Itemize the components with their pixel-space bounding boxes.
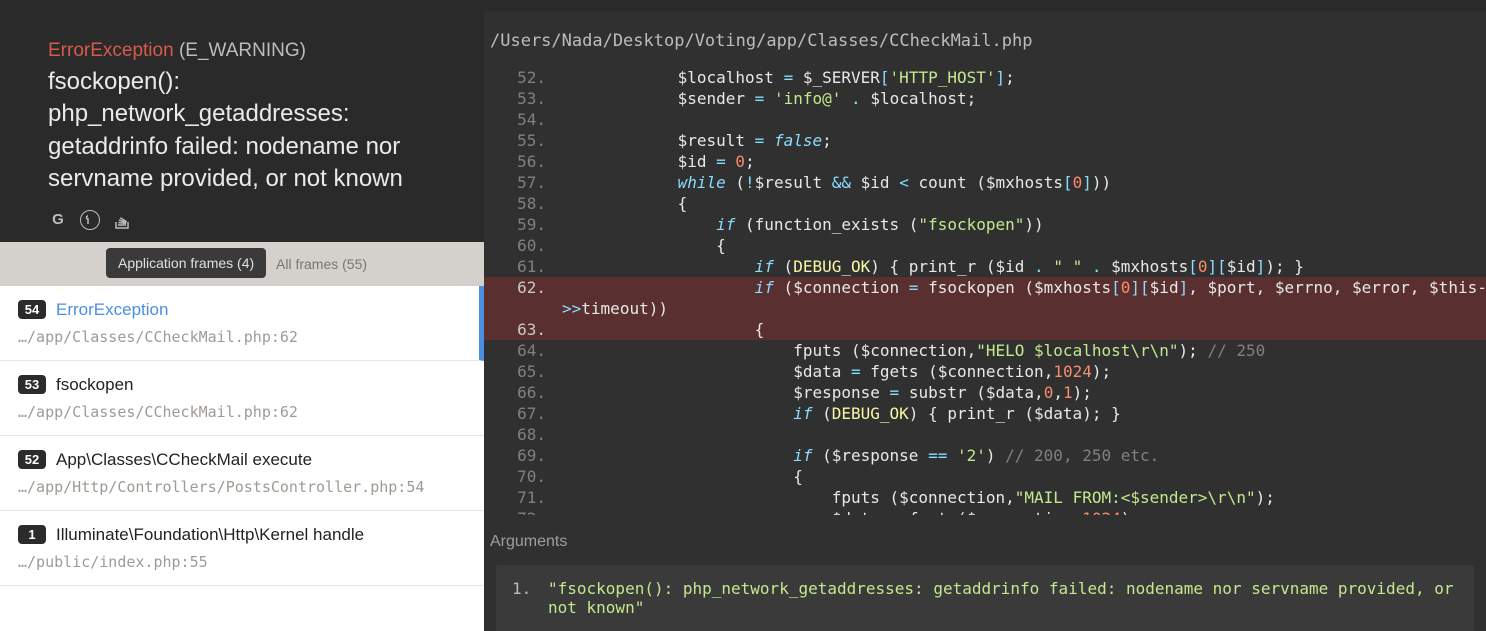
code-line: 52. $localhost = $_SERVER['HTTP_HOST']; <box>484 67 1486 88</box>
right-panel: /Users/Nada/Desktop/Voting/app/Classes/C… <box>484 0 1486 631</box>
code-line: 59. if (function_exists ("fsockopen")) <box>484 214 1486 235</box>
code-line-wrap: >>timeout)) <box>484 298 1486 319</box>
whoops-error-page: ErrorException (E_WARNING) fsockopen(): … <box>0 0 1486 631</box>
tab-all-frames[interactable]: All frames (55) <box>276 256 367 272</box>
code-line: 65. $data = fgets ($connection,1024); <box>484 361 1486 382</box>
frame-path: …/app/Http/Controllers/PostsController.p… <box>18 478 466 496</box>
stack-frame[interactable]: 52 App\Classes\CCheckMail execute …/app/Ht… <box>0 436 484 511</box>
stack-frame[interactable]: 1 Illuminate\Foundation\Http\Kernel handl… <box>0 511 484 586</box>
code-line: 62. if ($connection = fsockopen ($mxhost… <box>484 277 1486 298</box>
code-line: 61. if (DEBUG_OK) { print_r ($id . " " .… <box>484 256 1486 277</box>
duckduckgo-icon[interactable] <box>80 210 100 230</box>
code-line: 56. $id = 0; <box>484 151 1486 172</box>
code-line: 57. while (!$result && $id < count ($mxh… <box>484 172 1486 193</box>
code-line: 60. { <box>484 235 1486 256</box>
argument-value: "fsockopen(): php_network_getaddresses: … <box>548 579 1458 617</box>
code-line: 72. $data = fgets($connection,1024); <box>484 508 1486 515</box>
argument-item: 1."fsockopen(): php_network_getaddresses… <box>496 565 1474 631</box>
code-line: 71. fputs ($connection,"MAIL FROM:<$send… <box>484 487 1486 508</box>
code-line: 67. if (DEBUG_OK) { print_r ($data); } <box>484 403 1486 424</box>
error-type-line: ErrorException (E_WARNING) <box>48 40 436 62</box>
code-line: 69. if ($response == '2') // 200, 250 et… <box>484 445 1486 466</box>
code-line: 55. $result = false; <box>484 130 1486 151</box>
left-panel: ErrorException (E_WARNING) fsockopen(): … <box>0 0 484 631</box>
code-line: 54. <box>484 109 1486 130</box>
arguments-label: Arguments <box>484 515 1486 559</box>
source-file-path: /Users/Nada/Desktop/Voting/app/Classes/C… <box>484 11 1486 67</box>
frame-number: 54 <box>18 300 46 319</box>
frame-number: 1 <box>18 525 46 544</box>
code-line: 63. { <box>484 319 1486 340</box>
error-header: ErrorException (E_WARNING) fsockopen(): … <box>0 12 484 242</box>
frames-tabs: Application frames (4) All frames (55) <box>0 242 484 286</box>
google-icon[interactable]: G <box>48 210 68 230</box>
tab-application-frames[interactable]: Application frames (4) <box>106 248 266 278</box>
frame-title: App\Classes\CCheckMail execute <box>56 450 312 470</box>
exception-type: ErrorException <box>48 40 174 61</box>
code-line: 68. <box>484 424 1486 445</box>
frame-title: Illuminate\Foundation\Http\Kernel handle <box>56 525 364 545</box>
frame-path: …/app/Classes/CCheckMail.php:62 <box>18 403 466 421</box>
frame-path: …/public/index.php:55 <box>18 553 466 571</box>
frames-list: 54 ErrorException …/app/Classes/CCheckMail… <box>0 286 484 631</box>
code-line: 58. { <box>484 193 1486 214</box>
frame-number: 53 <box>18 375 46 394</box>
stackoverflow-icon[interactable] <box>112 210 132 230</box>
code-view: 52. $localhost = $_SERVER['HTTP_HOST'];5… <box>484 67 1486 515</box>
stack-frame[interactable]: 54 ErrorException …/app/Classes/CCheckMail… <box>0 286 484 361</box>
arguments-list: 1."fsockopen(): php_network_getaddresses… <box>484 559 1486 631</box>
code-line: 70. { <box>484 466 1486 487</box>
code-line: 64. fputs ($connection,"HELO $localhost\… <box>484 340 1486 361</box>
frame-title: ErrorException <box>56 300 168 320</box>
code-line: 66. $response = substr ($data,0,1); <box>484 382 1486 403</box>
frame-title: fsockopen <box>56 375 134 395</box>
frame-number: 52 <box>18 450 46 469</box>
argument-index: 1. <box>512 579 548 617</box>
search-icons-row: G <box>48 210 436 230</box>
exception-level: (E_WARNING) <box>179 40 306 61</box>
frame-path: …/app/Classes/CCheckMail.php:62 <box>18 328 461 346</box>
stack-frame[interactable]: 53 fsockopen …/app/Classes/CCheckMail.php:… <box>0 361 484 436</box>
code-line: 53. $sender = 'info@' . $localhost; <box>484 88 1486 109</box>
exception-message: fsockopen(): php_network_getaddresses: g… <box>48 66 436 196</box>
